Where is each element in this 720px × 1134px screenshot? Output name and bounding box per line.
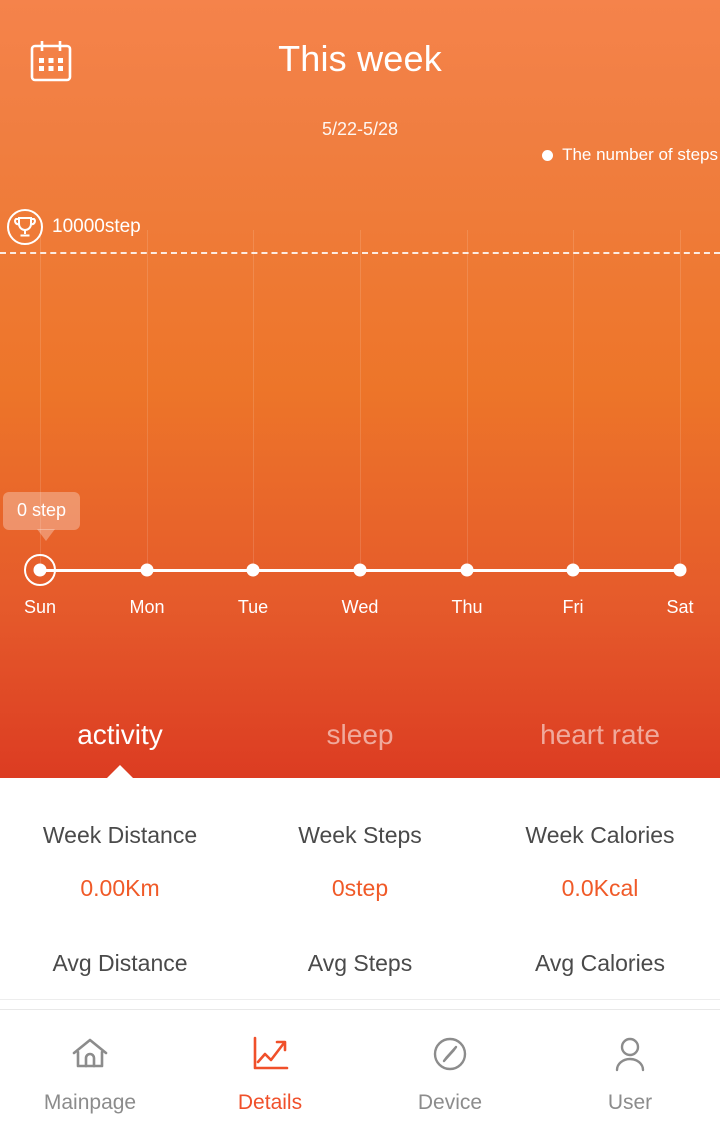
stat-label: Week Calories	[525, 822, 675, 848]
stat-week-steps: Week Steps 0step	[240, 824, 480, 900]
data-point-tooltip: 0 step	[3, 492, 81, 541]
goal-label: 10000step	[52, 216, 141, 237]
data-point-fri[interactable]	[566, 563, 580, 577]
nav-item-device[interactable]: Device	[360, 1010, 540, 1134]
stat-week-distance: Week Distance 0.00Km	[0, 824, 240, 900]
nav-item-user[interactable]: User	[540, 1010, 720, 1134]
x-tick-label: Wed	[341, 597, 379, 617]
data-point-sun[interactable]	[33, 563, 47, 577]
nav-label: Details	[237, 1090, 303, 1114]
nav-label: Mainpage	[43, 1090, 137, 1114]
trophy-icon	[6, 208, 44, 246]
tab-heart-rate[interactable]: heart rate	[480, 712, 720, 778]
x-tick-label: Sun	[23, 597, 57, 617]
gridline	[147, 230, 148, 570]
stat-label: Avg Distance	[52, 950, 188, 976]
stat-label: Avg Steps	[307, 950, 413, 976]
gridline	[573, 230, 574, 570]
data-point-tue[interactable]	[246, 563, 260, 577]
page-title: This week	[278, 38, 442, 79]
stat-label: Avg Calories	[535, 950, 665, 976]
compass-icon	[428, 1032, 472, 1076]
bottom-navigation: Mainpage Details Device User	[0, 1009, 720, 1134]
date-range-label: 5/22-5/28	[321, 119, 399, 139]
chart-legend: The number of steps	[542, 145, 718, 165]
x-tick-label: Sat	[666, 597, 694, 617]
chart-panel: This week 5/22-5/28 The number of steps …	[0, 0, 720, 778]
stats-row-avg: Avg Distance Avg Steps Avg Calories	[0, 900, 720, 975]
nav-label: User	[607, 1090, 653, 1114]
stat-value: 0.0Kcal	[561, 875, 639, 901]
chart-trend-icon	[248, 1032, 292, 1076]
stat-label: Week Steps	[298, 822, 422, 848]
nav-item-details[interactable]: Details	[180, 1010, 360, 1134]
home-icon	[68, 1032, 112, 1076]
stat-label: Week Distance	[42, 822, 198, 848]
data-point-wed[interactable]	[353, 563, 367, 577]
stat-avg-distance: Avg Distance	[0, 952, 240, 975]
tab-sleep[interactable]: sleep	[240, 712, 480, 778]
data-point-sat[interactable]	[673, 563, 687, 577]
stat-value: 0.00Km	[80, 875, 160, 901]
nav-label: Device	[417, 1090, 483, 1114]
gridline	[360, 230, 361, 570]
tab-activity[interactable]: activity	[0, 712, 240, 778]
stat-value: 0step	[331, 875, 389, 901]
data-point-mon[interactable]	[140, 563, 154, 577]
x-tick-label: Thu	[451, 597, 483, 617]
stat-avg-steps: Avg Steps	[240, 952, 480, 975]
row-divider	[0, 999, 720, 1000]
nav-item-mainpage[interactable]: Mainpage	[0, 1010, 180, 1134]
gridline	[253, 230, 254, 570]
data-point-thu[interactable]	[460, 563, 474, 577]
stat-week-calories: Week Calories 0.0Kcal	[480, 824, 720, 900]
stats-row-week: Week Distance 0.00Km Week Steps 0step We…	[0, 778, 720, 900]
gridline	[467, 230, 468, 570]
x-tick-label: Tue	[237, 597, 269, 617]
gridline	[680, 230, 681, 570]
x-tick-label: Fri	[562, 597, 584, 617]
metric-tabs: activity sleep heart rate	[0, 712, 720, 778]
stat-avg-calories: Avg Calories	[480, 952, 720, 975]
legend-label: The number of steps	[562, 145, 718, 164]
x-tick-label: Mon	[129, 597, 165, 617]
person-icon	[608, 1032, 652, 1076]
goal-row: 10000step	[6, 208, 141, 246]
legend-dot-icon	[542, 149, 554, 161]
